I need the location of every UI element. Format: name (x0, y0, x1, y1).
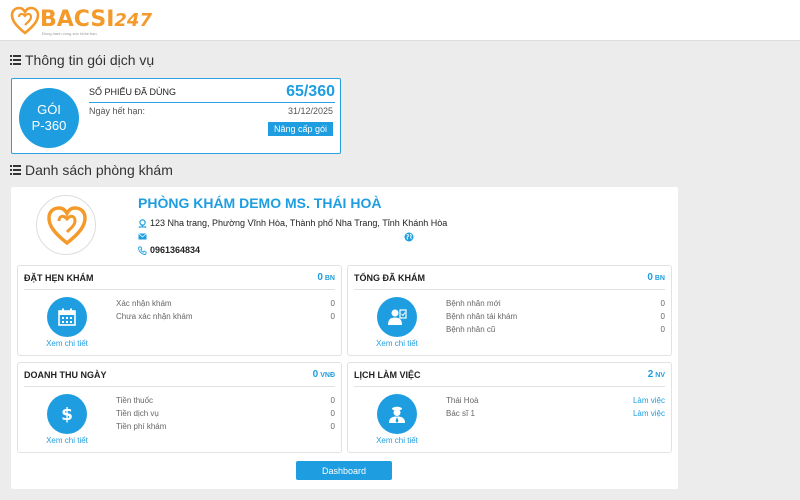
clinic-address: 123 Nha trang, Phường Vĩnh Hòa, Thành ph… (150, 218, 448, 228)
upgrade-package-button[interactable]: Nâng cấp gói (267, 122, 333, 136)
package-card: GÓI P-360 SỐ PHIẾU ĐÃ DÙNG 65/360 Ngày h… (11, 78, 341, 154)
list-item: Tiền thuốc 0 (116, 396, 335, 405)
examined-card: TỔNG ĐÃ KHÁM 0 BN Xem chi tiết Bệnh nhân … (347, 265, 672, 356)
clinic-panel: PHÒNG KHÁM DEMO MS. THÁI HOÀ 123 Nha tra… (11, 187, 678, 489)
examined-rows: Bệnh nhân mới 0 Bệnh nhân tái khám 0 Bệnh … (446, 299, 665, 338)
list-item: Bác sĩ 1 Làm việc (446, 409, 665, 418)
list-item: Tiền phí khám 0 (116, 422, 335, 431)
dashboard-button[interactable]: Dashboard (296, 461, 392, 480)
globe-icon[interactable] (404, 232, 414, 242)
envelope-icon (138, 233, 147, 240)
schedule-count: 2 NV (647, 369, 665, 380)
appointments-card: ĐẶT HẸN KHÁM 0 BN Xem chi tiết Xác nhận k… (17, 265, 342, 356)
brand-logo[interactable]: BACSI247 Đồng hành cùng sức khỏe bạn (10, 6, 152, 36)
appointments-rows: Xác nhận khám 0 Chưa xác nhận khám 0 (116, 299, 335, 325)
calendar-icon[interactable] (47, 297, 87, 337)
list-icon (10, 55, 21, 65)
doctor-icon[interactable] (377, 394, 417, 434)
revenue-rows: Tiền thuốc 0 Tiền dịch vụ 0 Tiền phí khám 0 (116, 396, 335, 435)
list-item: Xác nhận khám 0 (116, 299, 335, 308)
schedule-header: LỊCH LÀM VIỆC 2 NV (354, 363, 665, 387)
top-bar: BACSI247 Đồng hành cùng sức khỏe bạn (0, 0, 800, 41)
clinic-logo (36, 195, 96, 255)
clinic-section-title: Danh sách phòng khám (10, 162, 173, 178)
appointments-header: ĐẶT HẸN KHÁM 0 BN (24, 266, 335, 290)
schedule-title: LỊCH LÀM VIỆC (354, 370, 421, 380)
location-pin-icon (138, 218, 147, 228)
revenue-detail-link[interactable]: Xem chi tiết (31, 436, 103, 445)
brand-name: BACSI247 (40, 7, 152, 32)
examined-detail-link[interactable]: Xem chi tiết (361, 339, 433, 348)
list-item: Bệnh nhân cũ 0 (446, 325, 665, 334)
patient-icon[interactable] (377, 297, 417, 337)
examined-header: TỔNG ĐÃ KHÁM 0 BN (354, 266, 665, 290)
clinic-phone-row: 0961364834 (138, 245, 200, 255)
phone-icon (138, 246, 147, 255)
package-section-label: Thông tin gói dịch vụ (25, 52, 155, 68)
appointments-count: 0 BN (317, 272, 335, 283)
schedule-card: LỊCH LÀM VIỆC 2 NV Xem chi tiết Thái Hoà L… (347, 362, 672, 453)
used-tickets-value: 65/360 (286, 83, 335, 100)
clinic-name[interactable]: PHÒNG KHÁM DEMO MS. THÁI HOÀ (138, 195, 381, 211)
revenue-header: DOANH THU NGÀY 0 VNĐ (24, 363, 335, 387)
brand-tagline: Đồng hành cùng sức khỏe bạn (42, 31, 97, 36)
status-badge[interactable]: Làm việc (633, 409, 665, 418)
list-icon (10, 165, 21, 175)
expiry-label: Ngày hết hạn: (89, 106, 146, 116)
clinic-email-row (138, 232, 150, 241)
heart-logo-icon (10, 6, 40, 35)
package-badge-line2: P-360 (31, 118, 67, 133)
package-badge: GÓI P-360 (19, 88, 79, 148)
appointments-title: ĐẶT HẸN KHÁM (24, 273, 94, 283)
list-item: Tiền dịch vụ 0 (116, 409, 335, 418)
clinic-section-label: Danh sách phòng khám (25, 162, 173, 178)
dollar-icon[interactable]: $ (47, 394, 87, 434)
used-tickets-label: SỐ PHIẾU ĐÃ DÙNG (89, 87, 177, 97)
status-badge[interactable]: Làm việc (633, 396, 665, 405)
examined-title: TỔNG ĐÃ KHÁM (354, 273, 425, 283)
list-item: Chưa xác nhận khám 0 (116, 312, 335, 321)
revenue-count: 0 VNĐ (312, 369, 335, 380)
heart-logo-icon (47, 206, 87, 246)
svg-text:$: $ (61, 405, 73, 424)
list-item: Bệnh nhân tái khám 0 (446, 312, 665, 321)
schedule-detail-link[interactable]: Xem chi tiết (361, 436, 433, 445)
examined-count: 0 BN (647, 272, 665, 283)
appointments-detail-link[interactable]: Xem chi tiết (31, 339, 103, 348)
clinic-address-row: 123 Nha trang, Phường Vĩnh Hòa, Thành ph… (138, 218, 447, 228)
clinic-phone: 0961364834 (150, 245, 201, 255)
package-section-title: Thông tin gói dịch vụ (10, 52, 154, 68)
revenue-card: DOANH THU NGÀY 0 VNĐ $ Xem chi tiết Tiền … (17, 362, 342, 453)
list-item: Bệnh nhân mới 0 (446, 299, 665, 308)
schedule-rows: Thái Hoà Làm việc Bác sĩ 1 Làm việc (446, 396, 665, 422)
package-badge-line1: GÓI (37, 102, 61, 117)
revenue-title: DOANH THU NGÀY (24, 370, 107, 380)
expiry-value: 31/12/2025 (287, 106, 333, 116)
used-tickets-row: SỐ PHIẾU ĐÃ DÙNG 65/360 (89, 83, 335, 103)
list-item: Thái Hoà Làm việc (446, 396, 665, 405)
